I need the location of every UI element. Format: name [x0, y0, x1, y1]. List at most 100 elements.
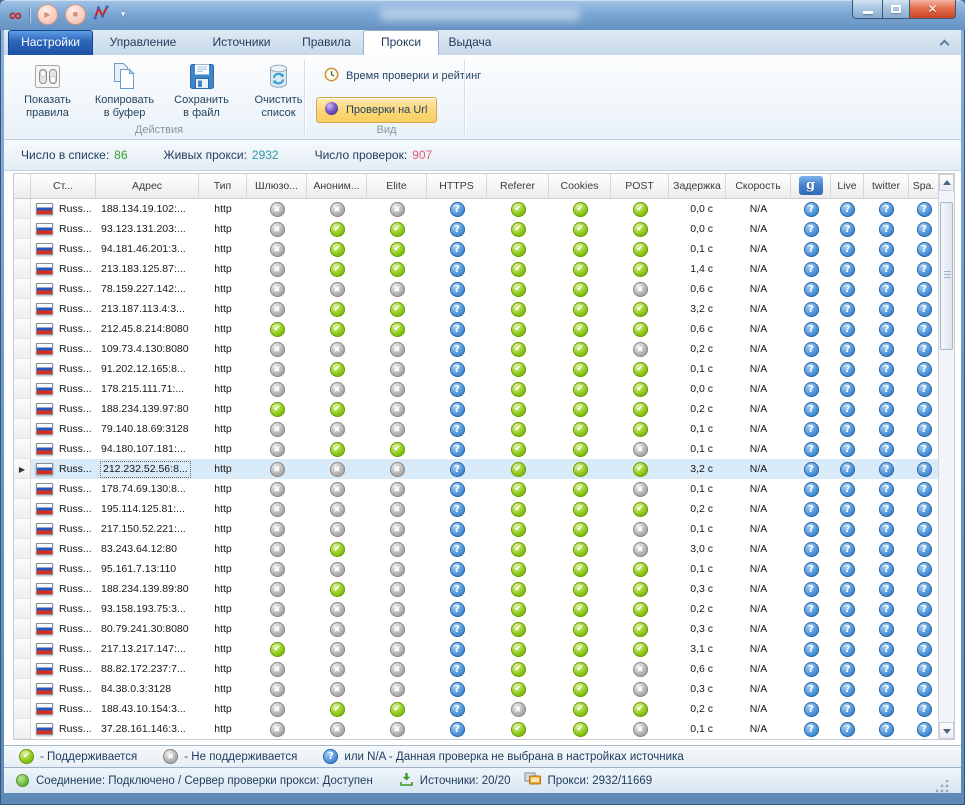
cell-twitter — [864, 619, 909, 639]
cell-google — [791, 399, 831, 419]
tab-management[interactable]: Управление — [93, 31, 193, 55]
proxy-row[interactable]: Russ...37.28.161.146:3...http0,1 сN/A — [14, 719, 939, 739]
proxy-row[interactable]: Russ...80.79.241.30:8080http0,3 сN/A — [14, 619, 939, 639]
maximize-button[interactable] — [882, 0, 910, 19]
cell-country: Russ... — [31, 239, 96, 259]
close-button[interactable]: ✕ — [910, 0, 956, 19]
column-header-anonymous[interactable]: Аноним... — [307, 174, 367, 198]
proxy-row[interactable]: Russ...79.140.18.69:3128http0,1 сN/A — [14, 419, 939, 439]
proxy-row[interactable]: Russ...88.82.172.237:7...http0,6 сN/A — [14, 659, 939, 679]
proxy-row[interactable]: Russ...188.234.139.97:80http0,2 сN/A — [14, 399, 939, 419]
cell-delay: 0,1 с — [669, 519, 726, 539]
column-header-https[interactable]: HTTPS — [427, 174, 487, 198]
cell-delay: 0,1 с — [669, 439, 726, 459]
tab-rules[interactable]: Правила — [290, 31, 363, 55]
proxy-row[interactable]: Russ...83.243.64.12:80http3,0 сN/A — [14, 539, 939, 559]
cell-sel — [14, 499, 31, 519]
proxy-row[interactable]: ▶Russ...212.232.52.56:8...http3,2 сN/A — [14, 459, 939, 479]
qat-dropdown-icon[interactable]: ▾ — [121, 9, 126, 20]
proxy-row[interactable]: Russ...188.134.19.102:...http0,0 сN/A — [14, 199, 939, 219]
status-not-supported-icon — [270, 522, 285, 537]
proxy-row[interactable]: Russ...94.180.107.181:...http0,1 сN/A — [14, 439, 939, 459]
status-not-checked-icon — [840, 522, 855, 537]
column-header-sel[interactable] — [14, 174, 31, 198]
scroll-up-button[interactable] — [939, 174, 954, 191]
scrollbar-thumb[interactable] — [940, 202, 953, 350]
column-header-elite[interactable]: Elite — [367, 174, 427, 198]
play-button[interactable]: ▶ — [37, 4, 58, 25]
proxy-row[interactable]: Russ...93.123.131.203:...http0,0 сN/A — [14, 219, 939, 239]
proxy-row[interactable]: Russ...212.45.8.214:8080http0,6 сN/A — [14, 319, 939, 339]
collapse-ribbon-button[interactable] — [937, 37, 951, 49]
proxy-row[interactable]: Russ...93.158.193.75:3...http0,2 сN/A — [14, 599, 939, 619]
column-header-speed[interactable]: Скорость — [726, 174, 791, 198]
title-bar[interactable]: ∞ ▶ ■ ▾ ✕ — [0, 0, 965, 30]
proxy-row[interactable]: Russ...91.202.12.165:8...http0,1 сN/A — [14, 359, 939, 379]
cell-gateway — [247, 499, 307, 519]
column-header-live[interactable]: Live — [831, 174, 864, 198]
proxy-hunter-icon[interactable] — [93, 5, 110, 25]
cell-delay: 0,2 с — [669, 339, 726, 359]
cell-cookies — [549, 199, 611, 219]
cell-live — [831, 379, 864, 399]
proxy-row[interactable]: Russ...94.181.46.201:3...http0,1 сN/A — [14, 239, 939, 259]
proxy-row[interactable]: Russ...195.114.125.81:...http0,2 сN/A — [14, 499, 939, 519]
purple-orb-toggle-button[interactable]: Проверки на Url — [316, 97, 437, 123]
column-header-spam[interactable]: Spa. — [909, 174, 939, 198]
save-button[interactable]: Сохранитьв файл — [163, 57, 240, 120]
tab-sources[interactable]: Источники — [193, 31, 290, 55]
proxy-row[interactable]: Russ...217.13.217.147:...http3,1 сN/A — [14, 639, 939, 659]
cell-cookies — [549, 219, 611, 239]
column-header-post[interactable]: POST — [611, 174, 669, 198]
cell-delay: 3,0 с — [669, 539, 726, 559]
proxy-row[interactable]: Russ...95.161.7.13:110http0,1 сN/A — [14, 559, 939, 579]
proxy-row[interactable]: Russ...213.187.113.4:3...http3,2 сN/A — [14, 299, 939, 319]
cell-cookies — [549, 559, 611, 579]
cell-delay: 0,1 с — [669, 419, 726, 439]
column-header-google[interactable]: g — [791, 174, 831, 198]
cell-twitter — [864, 339, 909, 359]
column-header-gateway[interactable]: Шлюзо... — [247, 174, 307, 198]
column-header-country[interactable]: Ст... — [31, 174, 96, 198]
tab-proxy[interactable]: Прокси — [363, 30, 439, 55]
column-header-type[interactable]: Тип — [199, 174, 247, 198]
proxy-row[interactable]: Russ...188.43.10.154:3...http0,2 сN/A — [14, 699, 939, 719]
column-header-referer[interactable]: Referer — [487, 174, 549, 198]
copy-button[interactable]: Копироватьв буфер — [86, 57, 163, 120]
tab-settings[interactable]: Настройки — [8, 30, 93, 55]
cell-gateway — [247, 559, 307, 579]
cell-type: http — [199, 639, 247, 659]
minimize-button[interactable] — [852, 0, 882, 19]
proxy-row[interactable]: Russ...109.73.4.130:8080http0,2 сN/A — [14, 339, 939, 359]
status-not-checked-icon — [879, 442, 894, 457]
rules-panel-button[interactable]: Показатьправила — [9, 57, 86, 120]
tab-output[interactable]: Выдача — [439, 31, 501, 55]
cell-address: 217.13.217.147:... — [96, 639, 199, 659]
proxy-row[interactable]: Russ...178.215.111.71:...http0,0 сN/A — [14, 379, 939, 399]
column-header-delay[interactable]: Задержка — [669, 174, 726, 198]
status-not-supported-icon — [390, 722, 405, 737]
cell-anonymous — [307, 199, 367, 219]
proxy-row[interactable]: Russ...188.234.139.89:80http0,3 сN/A — [14, 579, 939, 599]
cell-google — [791, 639, 831, 659]
column-header-cookies[interactable]: Cookies — [549, 174, 611, 198]
proxy-row[interactable]: Russ...84.38.0.3:3128http0,3 сN/A — [14, 679, 939, 699]
column-header-twitter[interactable]: twitter — [864, 174, 909, 198]
proxy-row[interactable]: Russ...78.159.227.142:...http0,6 сN/A — [14, 279, 939, 299]
status-not-checked-icon — [917, 662, 932, 677]
cell-country: Russ... — [31, 539, 96, 559]
scroll-down-button[interactable] — [939, 722, 954, 739]
cell-gateway — [247, 339, 307, 359]
status-not-checked-icon — [840, 382, 855, 397]
resize-grip[interactable] — [936, 780, 949, 793]
clear-list-button[interactable]: Очиститьсписок — [240, 57, 317, 120]
cell-google — [791, 419, 831, 439]
cell-delay: 0,2 с — [669, 599, 726, 619]
proxy-row[interactable]: Russ...213.183.125.87:...http1,4 сN/A — [14, 259, 939, 279]
column-header-address[interactable]: Адрес — [96, 174, 199, 198]
vertical-scrollbar[interactable] — [938, 174, 954, 739]
proxy-row[interactable]: Russ...178.74.69.130:8...http0,1 сN/A — [14, 479, 939, 499]
stop-button[interactable]: ■ — [65, 4, 86, 25]
cell-live — [831, 519, 864, 539]
proxy-row[interactable]: Russ...217.150.52.221:...http0,1 сN/A — [14, 519, 939, 539]
